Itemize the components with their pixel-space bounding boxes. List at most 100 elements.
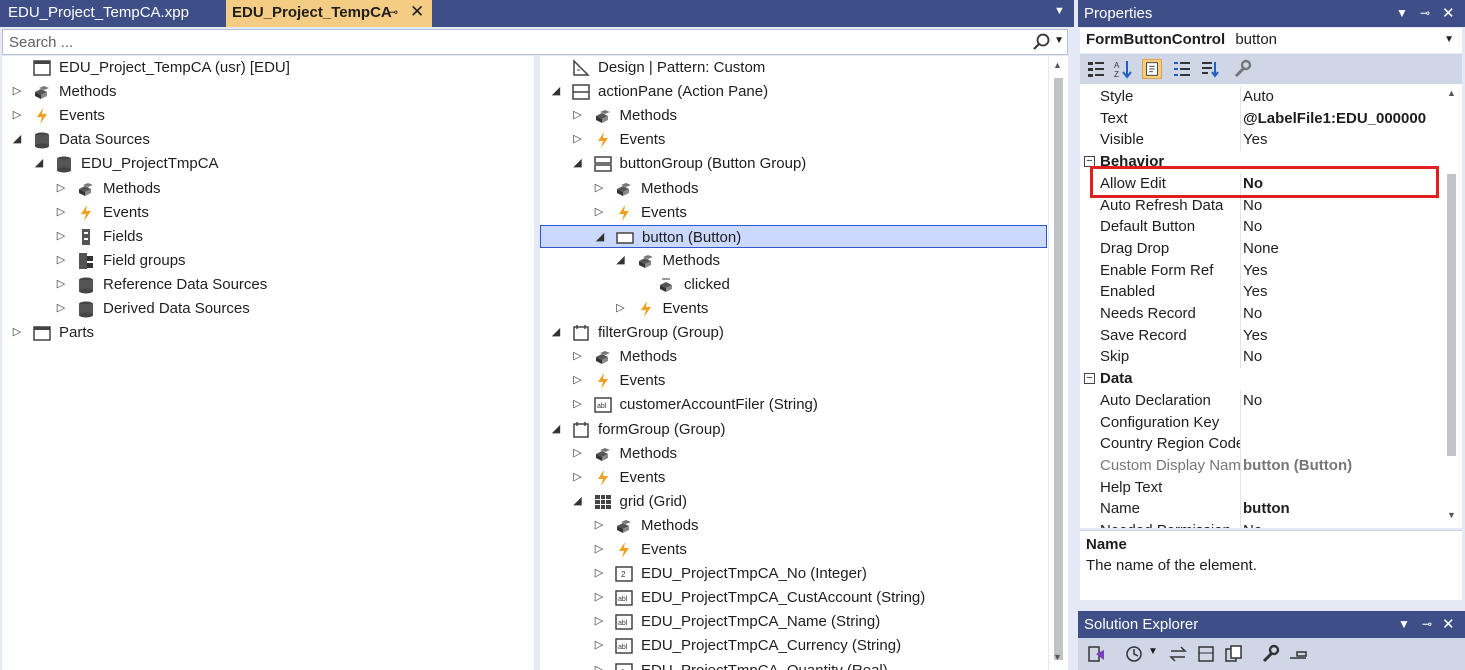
tree-node[interactable]: ◢ grid (Grid): [540, 490, 1048, 513]
collapse-arrow-icon[interactable]: ◢: [11, 128, 23, 151]
scroll-up-icon[interactable]: ▲: [1447, 88, 1456, 98]
expand-arrow-icon[interactable]: ▷: [55, 297, 67, 320]
sync-arrows-icon[interactable]: [1168, 644, 1188, 664]
tree-node[interactable]: ▷ Field groups: [2, 249, 534, 272]
pin-icon[interactable]: ⊸: [1422, 611, 1432, 638]
property-value[interactable]: button (Button): [1243, 455, 1352, 477]
expand-arrow-icon[interactable]: ▷: [55, 201, 67, 224]
expand-arrow-icon[interactable]: ▷: [593, 201, 605, 224]
tree-node[interactable]: ◢ Data Sources: [2, 128, 534, 151]
expand-arrow-icon[interactable]: ▷: [572, 345, 584, 368]
property-row[interactable]: Needs Record No: [1080, 303, 1442, 325]
tree-node[interactable]: ◢ button (Button): [540, 224, 1047, 248]
property-pages-icon[interactable]: [1142, 59, 1162, 79]
property-row[interactable]: Auto Declaration No: [1080, 389, 1442, 412]
wrench-icon[interactable]: [1260, 644, 1280, 664]
tree-node[interactable]: ▷ Events: [540, 128, 1048, 151]
tree-node[interactable]: ◢ filterGroup (Group): [540, 321, 1048, 344]
expand-arrow-icon[interactable]: ▷: [593, 610, 605, 633]
categorized-icon[interactable]: [1086, 59, 1106, 79]
tree-node[interactable]: ▷ Fields: [2, 225, 534, 248]
tree-node[interactable]: ◢ actionPane (Action Pane): [540, 80, 1048, 103]
sync-view-icon[interactable]: [1086, 644, 1106, 664]
property-value[interactable]: No: [1243, 216, 1262, 238]
search-options-dropdown-icon[interactable]: ▼: [1054, 35, 1064, 46]
tree-node[interactable]: ▷ Events: [540, 466, 1048, 489]
expand-arrow-icon[interactable]: ▷: [11, 321, 23, 344]
tree-node[interactable]: ▷ Parts: [2, 321, 534, 344]
property-value[interactable]: Yes: [1243, 129, 1267, 151]
tree-node[interactable]: ▷ Reference Data Sources: [2, 273, 534, 296]
tree-node[interactable]: ▷ abl customerAccountFiler (String): [540, 393, 1048, 416]
expand-arrow-icon[interactable]: ▷: [593, 586, 605, 609]
tree-node[interactable]: ◢ buttonGroup (Button Group): [540, 152, 1048, 175]
panel-menu-icon[interactable]: ▼: [1396, 0, 1408, 27]
expand-arrow-icon[interactable]: ▷: [615, 297, 627, 320]
tree-node[interactable]: ▷ Methods: [540, 177, 1048, 200]
property-row[interactable]: Drag Drop None: [1080, 237, 1442, 260]
tree-node[interactable]: EDU_Project_TempCA (usr) [EDU]: [2, 56, 534, 79]
tree-node[interactable]: ▷ Methods: [540, 514, 1048, 537]
expand-arrow-icon[interactable]: ▷: [572, 128, 584, 151]
history-dropdown-icon[interactable]: ▼: [1148, 646, 1158, 657]
property-value[interactable]: Yes: [1243, 260, 1267, 282]
expand-arrow-icon[interactable]: ▷: [572, 442, 584, 465]
collapse-arrow-icon[interactable]: ◢: [550, 418, 562, 441]
pin-icon[interactable]: ⊸: [388, 0, 398, 25]
expand-all-icon[interactable]: [1172, 59, 1192, 79]
tree-node[interactable]: ▷ abl EDU_ProjectTmpCA_Currency (String): [540, 634, 1048, 657]
scroll-up-icon[interactable]: ▲: [1053, 60, 1062, 70]
tree-node[interactable]: ▷ Events: [540, 297, 1048, 320]
tree-node[interactable]: ▷ Events: [2, 104, 534, 127]
object-selector[interactable]: FormButtonControl button ▼: [1080, 28, 1462, 53]
collapse-arrow-icon[interactable]: ◢: [615, 249, 627, 272]
property-value[interactable]: No: [1243, 520, 1262, 528]
property-value[interactable]: Yes: [1243, 281, 1267, 303]
property-row[interactable]: Needed PermissionNo: [1080, 520, 1442, 528]
property-row[interactable]: Enabled Yes: [1080, 281, 1442, 304]
tab-xpp-file[interactable]: EDU_Project_TempCA.xpp: [0, 0, 226, 27]
wrench-icon[interactable]: [1232, 59, 1252, 79]
expand-arrow-icon[interactable]: ▷: [55, 225, 67, 248]
tree-node[interactable]: ◢ EDU_ProjectTmpCA: [2, 152, 534, 175]
property-row[interactable]: Save Record Yes: [1080, 324, 1442, 347]
scroll-down-icon[interactable]: ▼: [1447, 510, 1456, 520]
property-value[interactable]: @LabelFile1:EDU_000000: [1243, 108, 1426, 130]
tree-node[interactable]: ▷ Methods: [2, 177, 534, 200]
close-icon[interactable]: ✕: [410, 0, 424, 24]
tree-node[interactable]: ◢ formGroup (Group): [540, 418, 1048, 441]
tree-node[interactable]: ▷ Events: [540, 369, 1048, 392]
close-icon[interactable]: ✕: [1442, 0, 1455, 27]
show-all-files-icon[interactable]: [1224, 644, 1244, 664]
tree-node[interactable]: ▷ Methods: [540, 104, 1048, 127]
collapse-arrow-icon[interactable]: ◢: [33, 152, 45, 175]
scroll-thumb[interactable]: [1447, 174, 1456, 456]
property-row[interactable]: Default Button No: [1080, 216, 1442, 239]
scroll-thumb[interactable]: [1054, 78, 1063, 660]
tree-node[interactable]: ▷ 2 EDU_ProjectTmpCA_No (Integer): [540, 562, 1048, 585]
property-value[interactable]: No: [1243, 390, 1262, 412]
collapse-category-icon[interactable]: −: [1084, 373, 1095, 385]
property-value[interactable]: No: [1243, 346, 1262, 368]
tree-node[interactable]: ▷ Derived Data Sources: [2, 297, 534, 320]
collapse-sort-icon[interactable]: [1200, 59, 1220, 79]
property-value[interactable]: Yes: [1243, 325, 1267, 347]
property-row[interactable]: Name button: [1080, 498, 1442, 521]
expand-arrow-icon[interactable]: ▷: [55, 177, 67, 200]
property-row[interactable]: Help Text: [1080, 476, 1442, 499]
sort-alphabetical-icon[interactable]: AZ: [1113, 59, 1133, 79]
property-value[interactable]: None: [1243, 238, 1279, 260]
tree-node[interactable]: ◢ Methods: [540, 249, 1048, 272]
search-input[interactable]: [3, 30, 1003, 54]
property-row[interactable]: Visible Yes: [1080, 129, 1442, 152]
property-row[interactable]: Country Region Codes: [1080, 433, 1442, 456]
design-tree-scrollbar[interactable]: ▲ ▼: [1049, 56, 1068, 670]
expand-arrow-icon[interactable]: ▷: [593, 634, 605, 657]
expand-arrow-icon[interactable]: ▷: [55, 273, 67, 296]
expand-arrow-icon[interactable]: ▷: [593, 659, 605, 670]
collapse-arrow-icon[interactable]: ◢: [550, 321, 562, 344]
collapse-all-icon[interactable]: [1196, 644, 1216, 664]
expand-arrow-icon[interactable]: ▷: [593, 538, 605, 561]
property-category[interactable]: − Data: [1080, 368, 1442, 390]
tree-node[interactable]: ▷ Methods: [540, 442, 1048, 465]
